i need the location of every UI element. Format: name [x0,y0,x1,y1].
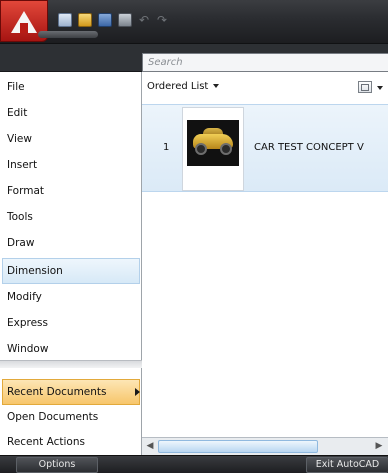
submenu-arrow-icon [135,388,140,396]
scroll-left-icon[interactable]: ◀ [145,441,155,452]
undo-icon[interactable]: ↶ [138,14,150,26]
list-item[interactable]: 1 CAR TEST CONCEPT V [142,104,388,192]
scrollbar-thumb[interactable] [158,440,318,453]
new-icon[interactable] [58,13,72,27]
menu-item-express[interactable]: Express [2,310,140,336]
menu-item-label: Recent Actions [7,436,85,448]
horizontal-scrollbar[interactable]: ◀ ▶ [142,437,388,455]
documents-pane: Ordered List 1 CAR TEST CONCEPT V ◀ ▶ [142,72,388,455]
menu-item-label: Express [7,317,49,329]
menu-item-label: Window [7,343,49,355]
menu-item-label: View [7,133,32,145]
menu-item-label: Dimension [7,265,63,277]
chevron-down-icon [213,84,220,88]
autocad-logo-notch [20,23,28,33]
document-name: CAR TEST CONCEPT V [254,142,364,153]
menu-item-label: Draw [7,237,35,249]
menu-item-modify[interactable]: Modify [2,284,140,310]
menu-item-file[interactable]: File [2,74,140,100]
ordered-list-label: Ordered List [147,81,209,92]
exit-label: Exit AutoCAD [315,459,380,470]
search-input[interactable] [142,53,388,72]
document-index: 1 [163,142,170,153]
menu-item-recent-actions[interactable]: Recent Actions [2,429,140,455]
menu-item-label: Modify [7,291,42,303]
ordered-list-dropdown[interactable]: Ordered List [147,81,220,95]
menu-item-format[interactable]: Format [2,178,140,204]
title-tab [38,31,98,38]
menu-item-view[interactable]: View [2,126,140,152]
car-wheel-front [195,143,207,155]
menu-item-label: Tools [7,211,33,223]
document-list: 1 CAR TEST CONCEPT V [142,104,388,437]
view-mode-icon[interactable] [358,81,372,93]
title-bar: ↶ ↷ [0,0,388,44]
scroll-right-icon[interactable]: ▶ [374,441,384,452]
menu-item-label: Open Documents [7,411,99,423]
menu-item-label: Recent Documents [7,386,107,398]
save-icon[interactable] [98,13,112,27]
document-thumbnail [182,107,244,191]
menu-item-open-documents[interactable]: Open Documents [2,404,140,430]
menu-item-window[interactable]: Window [2,336,140,362]
menu-item-label: Format [7,185,45,197]
print-icon[interactable] [118,13,132,27]
application-menu: File Edit View Insert Format Tools Draw … [0,72,142,455]
menu-footer: Options Exit AutoCAD [0,455,388,473]
pane-header: Ordered List [142,72,388,104]
open-folder-icon[interactable] [78,13,92,27]
menu-item-label: Insert [7,159,38,171]
menu-item-dimension[interactable]: Dimension [2,258,140,284]
options-button[interactable]: Options [16,457,98,473]
options-label: Options [38,459,76,470]
menu-item-label: File [7,81,25,93]
quick-access-toolbar: ↶ ↷ [58,11,168,29]
menu-item-insert[interactable]: Insert [2,152,140,178]
car-thumbnail-image [187,120,239,166]
menu-item-tools[interactable]: Tools [2,204,140,230]
car-wheel-rear [220,143,232,155]
menu-separator [0,360,142,368]
view-mode-chevron-down-icon[interactable] [377,86,383,90]
menu-item-draw[interactable]: Draw [2,230,140,256]
menu-item-recent-documents[interactable]: Recent Documents [2,379,140,405]
menu-item-edit[interactable]: Edit [2,100,140,126]
exit-autocad-button[interactable]: Exit AutoCAD [306,457,388,473]
search-row [0,44,388,72]
redo-icon[interactable]: ↷ [156,14,168,26]
menu-item-label: Edit [7,107,28,119]
